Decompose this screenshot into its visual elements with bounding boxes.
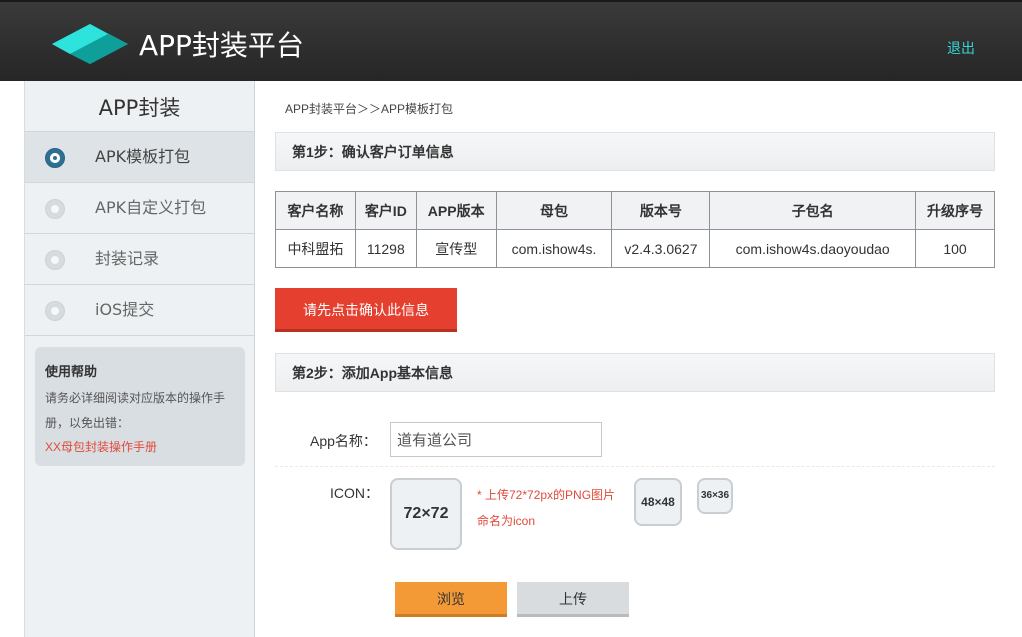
sidebar-item-label: 封装记录 xyxy=(95,249,160,268)
help-title: 使用帮助 xyxy=(45,364,98,379)
table-cell: 中科盟拓 xyxy=(275,229,356,268)
order-info-table: 客户名称 客户ID APP版本 母包 版本号 子包名 升级序号 中科盟拓 112… xyxy=(275,191,995,268)
app-logo-icon xyxy=(52,24,128,64)
column-header: 版本号 xyxy=(611,191,711,230)
app-name-input[interactable] xyxy=(390,422,602,457)
upload-hint-line1: * 上传72*72px的PNG图片 xyxy=(477,488,616,502)
help-text-line1: 请务必详细阅读对应版本的操作手 xyxy=(45,391,226,405)
icon-preview-48: 48×48 xyxy=(634,478,682,526)
browse-button[interactable]: 浏览 xyxy=(395,582,507,617)
sidebar-item-apk-custom[interactable]: APK自定义打包 xyxy=(25,183,254,234)
column-header: 客户ID xyxy=(354,191,417,230)
upload-button[interactable]: 上传 xyxy=(517,582,629,617)
radio-icon xyxy=(45,199,65,219)
help-text-line2: 册，以免出错： xyxy=(45,416,130,430)
sidebar-title: APP封装 xyxy=(25,81,254,132)
icon-preview-36: 36×36 xyxy=(697,478,733,514)
upload-hint: * 上传72*72px的PNG图片 命名为icon xyxy=(477,482,615,534)
table-cell: 100 xyxy=(915,229,995,268)
table-cell: 11298 xyxy=(354,229,417,268)
radio-selected-icon xyxy=(45,148,65,168)
table-cell: v2.4.3.0627 xyxy=(611,229,711,268)
sidebar-item-records[interactable]: 封装记录 xyxy=(25,234,254,285)
sidebar-item-label: APK自定义打包 xyxy=(95,198,207,217)
confirm-info-button[interactable]: 请先点击确认此信息 xyxy=(275,288,457,332)
step1-title: 第1步：确认客户订单信息 xyxy=(275,132,995,171)
radio-icon xyxy=(45,250,65,270)
radio-icon xyxy=(45,301,65,321)
column-header: 母包 xyxy=(495,191,613,230)
column-header: APP版本 xyxy=(415,191,497,230)
table-header-row: 客户名称 客户ID APP版本 母包 版本号 子包名 升级序号 xyxy=(275,191,995,230)
app-title: APP封装平台 xyxy=(139,29,304,62)
column-header: 升级序号 xyxy=(915,191,995,230)
upload-hint-line2: 命名为icon xyxy=(477,514,536,528)
top-header: APP封装平台 退出 xyxy=(0,0,1022,81)
sidebar-item-label: APK模板打包 xyxy=(95,147,191,166)
column-header: 客户名称 xyxy=(275,191,356,230)
sidebar: APP封装 APK模板打包 APK自定义打包 封装记录 iOS提交 使用帮助 请… xyxy=(24,81,255,637)
sidebar-item-ios-submit[interactable]: iOS提交 xyxy=(25,285,254,336)
step2-title: 第2步：添加App基本信息 xyxy=(275,353,995,392)
table-row: 中科盟拓 11298 宣传型 com.ishow4s. v2.4.3.0627 … xyxy=(275,229,995,268)
divider xyxy=(275,466,995,467)
logout-link[interactable]: 退出 xyxy=(947,38,975,58)
sidebar-item-apk-template[interactable]: APK模板打包 xyxy=(25,132,254,183)
sidebar-item-label: iOS提交 xyxy=(95,300,155,319)
breadcrumb: APP封装平台＞＞APP模板打包 xyxy=(285,102,454,116)
help-manual-link[interactable]: XX母包封装操作手册 xyxy=(45,436,235,458)
icon-label: ICON： xyxy=(330,485,379,501)
table-cell: com.ishow4s.daoyoudao xyxy=(709,229,917,268)
help-box: 使用帮助 请务必详细阅读对应版本的操作手 册，以免出错： XX母包封装操作手册 xyxy=(35,347,245,466)
table-cell: 宣传型 xyxy=(415,229,497,268)
column-header: 子包名 xyxy=(709,191,917,230)
table-cell: com.ishow4s. xyxy=(495,229,613,268)
app-name-label: App名称： xyxy=(310,433,377,449)
icon-preview-72: 72×72 xyxy=(390,478,462,550)
